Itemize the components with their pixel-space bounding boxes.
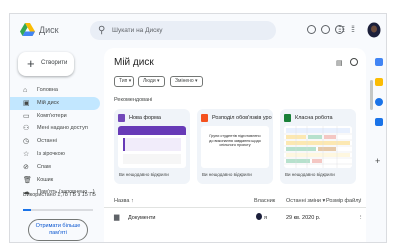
computer-icon: ▭ (23, 112, 30, 120)
list-view-icon[interactable]: ▤ (336, 59, 343, 67)
folder-icon: ▆ (114, 214, 120, 221)
filter-type-chip[interactable]: Тип ▾ (114, 76, 134, 87)
sidebar-item-label: Мені надано доступ (37, 125, 88, 132)
apps-grid-icon[interactable]: ⁞⁞ (351, 24, 355, 34)
row-more-icon[interactable]: ⋮ (358, 215, 364, 221)
card-subtitle: Ви нещодавно відкрили (119, 172, 169, 177)
sidebar-nav: ⌂ Головна ▣ Мій диск ▭ Комп'ютери ⚇ Мені… (10, 84, 102, 199)
screenshot-frame: Диск ⚲ Шукати на Диску ☷ ⁞⁞ + Створити ⌂… (0, 0, 396, 249)
card-preview (118, 126, 186, 168)
column-name[interactable]: Назва ↑ (114, 198, 134, 204)
filter-people-chip[interactable]: Люди ▾ (138, 76, 165, 87)
filter-modified-chip[interactable]: Змінено ▾ (170, 76, 203, 87)
search-bar[interactable]: ⚲ Шукати на Диску ☷ (90, 21, 345, 40)
drive-window: Диск ⚲ Шукати на Диску ☷ ⁞⁞ + Створити ⌂… (9, 13, 387, 243)
card-subtitle: Ви нещодавно відкрили (285, 172, 335, 177)
row-modified: 29 кв. 2020 р. (286, 215, 321, 221)
card-preview: Групи студентів підготовлено до виконанн… (201, 126, 269, 168)
sheets-file-icon (284, 114, 291, 122)
trash-icon: 🗑 (23, 176, 32, 184)
contacts-icon[interactable] (375, 118, 383, 126)
info-icon[interactable] (350, 58, 358, 66)
tasks-icon[interactable] (375, 98, 383, 106)
suggested-card-slides[interactable]: Розподіл обов'язків урок Групи студентів… (197, 109, 273, 184)
sidebar-item-starred[interactable]: ☆ Із зірочкою (10, 148, 100, 161)
home-icon: ⌂ (23, 87, 28, 94)
row-name: Документи (128, 215, 156, 221)
side-panel: + (373, 48, 386, 242)
storage-bar (23, 209, 93, 211)
app-name: Диск (39, 25, 59, 35)
star-icon: ☆ (23, 150, 30, 158)
plus-icon: + (27, 56, 35, 71)
row-owner: я (264, 215, 267, 221)
clock-icon: ◷ (23, 138, 30, 146)
suggested-card-sheet[interactable]: Класна робота Ви нещодавно відкрили (280, 109, 356, 184)
buy-storage-button[interactable]: Отримати більше пам'яті (28, 219, 88, 241)
column-modified[interactable]: Останні зміни ▾ (286, 198, 325, 204)
settings-icon[interactable] (335, 25, 344, 34)
sidebar-item-label: Останні (37, 138, 57, 145)
sidebar-item-label: Кошик (37, 176, 54, 183)
sidebar-item-label: Спам (37, 163, 51, 170)
new-button-label: Створити (41, 60, 68, 66)
card-subtitle: Ви нещодавно відкрили (202, 172, 252, 177)
shared-icon: ⚇ (23, 125, 30, 133)
sidebar-item-spam[interactable]: ⊘ Спам (10, 161, 100, 174)
sidebar-item-computers[interactable]: ▭ Комп'ютери (10, 110, 100, 123)
suggested-card-form[interactable]: Нова форма Ви нещодавно відкрили (114, 109, 190, 184)
avatar[interactable] (367, 22, 381, 38)
sidebar-item-recent[interactable]: ◷ Останні (10, 135, 100, 148)
spam-icon: ⊘ (23, 163, 29, 171)
storage-text: Використано 1,78 ГБ з 15 ГБ (23, 192, 96, 198)
search-input[interactable]: Шукати на Диску (112, 25, 163, 36)
storage-bar-fill (23, 209, 32, 211)
sidebar-item-shared[interactable]: ⚇ Мені надано доступ (10, 122, 100, 135)
suggested-label: Рекомендовані (114, 97, 153, 103)
keep-icon[interactable] (375, 78, 383, 86)
sidebar-item-label: Із зірочкою (37, 150, 65, 157)
column-more-icon[interactable]: ⋮ (358, 198, 364, 204)
column-size[interactable]: Розмір файлу (326, 198, 361, 204)
slides-file-icon (201, 114, 208, 122)
card-name: Нова форма (129, 115, 161, 121)
card-name: Розподіл обов'язків урок (212, 115, 272, 121)
sidebar-item-my-drive[interactable]: ▣ Мій диск (10, 96, 100, 110)
slide-text: Групи студентів підготовлено до виконанн… (209, 134, 261, 148)
sidebar-item-home[interactable]: ⌂ Головна (10, 84, 100, 97)
main-panel: Мій диск ▤ Тип ▾ Люди ▾ Змінено ▾ Рекоме… (104, 48, 366, 242)
sheet-preview-grid (284, 126, 352, 168)
drive-logo-icon[interactable] (20, 23, 35, 36)
add-addon-icon[interactable]: + (375, 156, 380, 166)
sidebar-item-trash[interactable]: 🗑 Кошик (10, 174, 100, 187)
sidebar-item-label: Мій диск (37, 99, 59, 106)
sidebar-item-label: Головна (37, 87, 58, 93)
help-icon[interactable] (321, 25, 330, 34)
card-name: Класна робота (295, 115, 333, 121)
table-row[interactable]: ▆ Документи я 29 кв. 2020 р. ⋮ (104, 211, 366, 226)
calendar-icon[interactable] (375, 58, 383, 66)
form-file-icon (118, 114, 125, 122)
column-owner[interactable]: Власник (254, 198, 275, 204)
owner-avatar (256, 213, 262, 220)
my-drive-icon: ▣ (23, 99, 30, 107)
search-icon[interactable]: ⚲ (98, 24, 105, 37)
page-title[interactable]: Мій диск (114, 57, 154, 68)
file-list-header: Назва ↑ Власник Останні зміни ▾ Розмір ф… (104, 194, 366, 208)
status-icon[interactable] (307, 25, 316, 34)
sidebar-item-label: Комп'ютери (37, 112, 67, 119)
new-button[interactable]: + Створити (18, 52, 74, 76)
top-bar: Диск ⚲ Шукати на Диску ☷ ⁞⁞ (10, 14, 386, 48)
card-preview (284, 126, 352, 168)
